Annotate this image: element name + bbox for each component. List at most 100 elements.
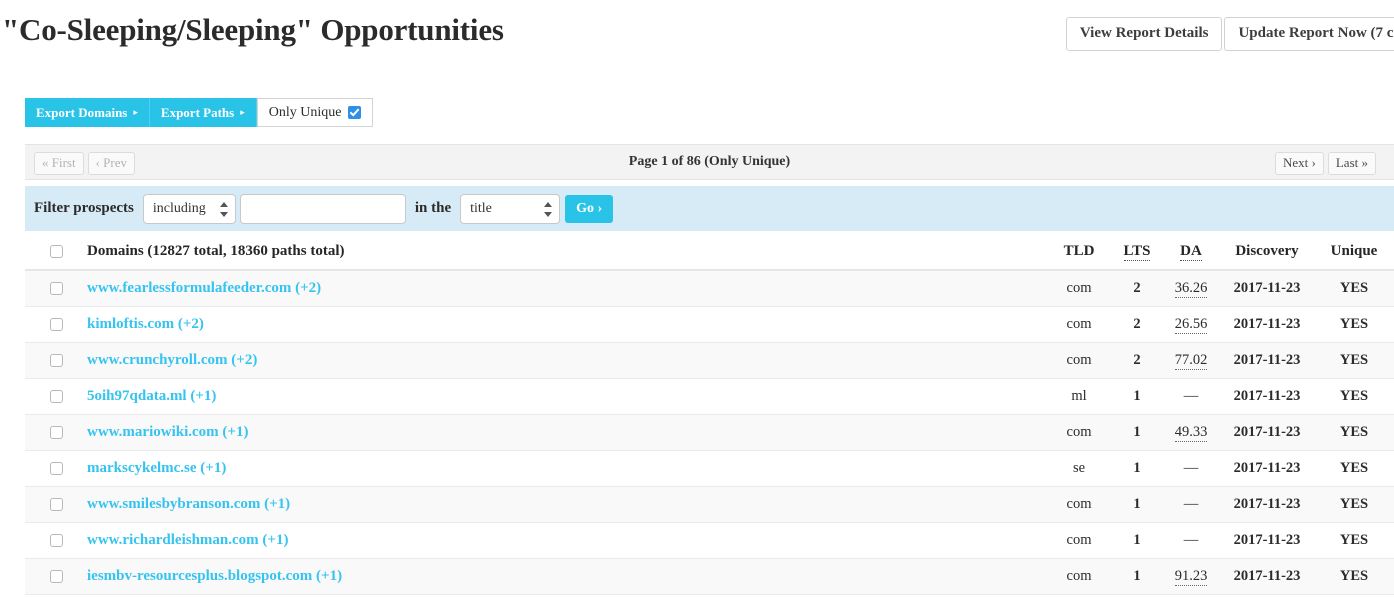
discovery-cell: 2017-11-23 <box>1220 270 1314 307</box>
discovery-cell-text: 2017-11-23 <box>1233 280 1301 297</box>
tld-cell: com <box>1046 342 1112 379</box>
tld-cell-text: com <box>1066 280 1092 297</box>
update-report-now-button[interactable]: Update Report Now (7 credit <box>1224 17 1394 51</box>
select-all-checkbox[interactable] <box>49 245 63 259</box>
da-link[interactable]: 49.33 <box>1174 424 1208 442</box>
updown-arrows-icon <box>219 201 228 218</box>
updown-arrows-icon <box>544 201 553 218</box>
discovery-cell: 2017-11-23 <box>1220 450 1314 487</box>
da-header[interactable]: DA <box>1162 234 1220 271</box>
lts-cell: 2 <box>1112 342 1162 379</box>
unique-cell-text: YES <box>1339 388 1369 404</box>
view-report-details-button[interactable]: View Report Details <box>1065 17 1223 51</box>
domain-link[interactable]: 5oih97qdata.ml (+1) <box>87 388 216 404</box>
only-unique-checkbox[interactable] <box>348 106 362 119</box>
table-body: www.fearlessformulafeeder.com (+2) com 2 36… <box>25 270 1394 595</box>
next-page-button[interactable]: Next › <box>1275 152 1324 176</box>
caret-right-icon: ▸ <box>133 107 138 117</box>
last-page-button[interactable]: Last » <box>1327 152 1376 176</box>
domain-link[interactable]: markscykelmc.se (+1) <box>87 460 226 476</box>
discovery-cell-text: 2017-11-23 <box>1233 496 1301 512</box>
filter-field-value: title <box>470 200 492 216</box>
row-checkbox[interactable] <box>49 282 63 296</box>
tld-cell: com <box>1046 306 1112 343</box>
row-checkbox[interactable] <box>49 353 63 367</box>
discovery-header: Discovery <box>1220 234 1314 271</box>
filter-bar: Filter prospects including in the title … <box>25 186 1394 231</box>
unique-cell-text: YES <box>1339 568 1369 584</box>
da-cell: 49.33 <box>1162 414 1220 451</box>
row-checkbox[interactable] <box>49 317 63 331</box>
filter-field-select[interactable]: title <box>460 193 561 224</box>
lts-cell-text: 2 <box>1133 352 1141 368</box>
lts-cell-text: 1 <box>1133 532 1141 548</box>
da-link[interactable]: 91.23 <box>1174 568 1208 586</box>
table-row: www.crunchyroll.com (+2) com 2 77.02 2017-11… <box>25 342 1394 379</box>
filter-in-the-label: in the <box>414 200 452 216</box>
tld-cell-text: com <box>1066 316 1092 332</box>
row-select-cell <box>25 342 87 379</box>
discovery-cell-text: 2017-11-23 <box>1233 388 1301 404</box>
only-unique-toggle[interactable]: Only Unique <box>256 98 374 127</box>
table-row: www.fearlessformulafeeder.com (+2) com 2 36… <box>25 270 1394 307</box>
export-paths-button[interactable]: Export Paths ▸ <box>149 98 257 127</box>
unique-cell: YES <box>1314 270 1394 307</box>
da-link[interactable]: 36.26 <box>1174 280 1208 299</box>
domain-link[interactable]: iesmbv-resourcesplus.blogspot.com (+1) <box>87 568 342 584</box>
lts-sort-link[interactable]: LTS <box>1123 243 1151 261</box>
discovery-cell: 2017-11-23 <box>1220 414 1314 451</box>
discovery-cell-text: 2017-11-23 <box>1233 532 1301 548</box>
domain-cell: www.crunchyroll.com (+2) <box>87 342 1046 379</box>
row-checkbox[interactable] <box>49 461 63 475</box>
da-empty-value: — <box>1183 532 1199 548</box>
row-checkbox[interactable] <box>49 425 63 439</box>
tld-cell-text: com <box>1066 532 1092 548</box>
export-domains-label: Export Domains <box>36 104 128 120</box>
row-checkbox[interactable] <box>49 533 63 547</box>
lts-cell: 1 <box>1112 522 1162 559</box>
lts-header[interactable]: LTS <box>1112 234 1162 271</box>
row-checkbox[interactable] <box>49 497 63 511</box>
da-link[interactable]: 77.02 <box>1174 352 1208 370</box>
unique-cell: YES <box>1314 414 1394 451</box>
results-table: Domains (12827 total, 18360 paths total)… <box>25 234 1394 595</box>
row-checkbox[interactable] <box>49 569 63 583</box>
filter-go-button[interactable]: Go › <box>565 194 614 223</box>
domain-link[interactable]: www.richardleishman.com (+1) <box>87 532 288 548</box>
da-cell: — <box>1162 378 1220 415</box>
filter-query-input[interactable] <box>239 193 406 224</box>
discovery-cell-text: 2017-11-23 <box>1233 424 1301 440</box>
filter-operator-select[interactable]: including <box>142 193 236 224</box>
table-row: www.smilesbybranson.com (+1) com 1 — 2017-11… <box>25 486 1394 523</box>
tld-cell-text: com <box>1066 424 1092 440</box>
domain-link[interactable]: www.smilesbybranson.com (+1) <box>87 496 290 512</box>
domain-cell: www.richardleishman.com (+1) <box>87 522 1046 559</box>
export-domains-button[interactable]: Export Domains ▸ <box>25 98 150 127</box>
domain-link[interactable]: kimloftis.com (+2) <box>87 316 204 332</box>
row-select-cell <box>25 270 87 307</box>
da-sort-link[interactable]: DA <box>1180 243 1202 261</box>
tld-cell-text: se <box>1072 460 1086 476</box>
page-header: "Co-Sleeping/Sleeping" Opportunities Vie… <box>0 0 1394 72</box>
report-page: "Co-Sleeping/Sleeping" Opportunities Vie… <box>0 0 1394 597</box>
da-link[interactable]: 26.56 <box>1174 316 1208 334</box>
discovery-cell: 2017-11-23 <box>1220 378 1314 415</box>
domain-link[interactable]: www.fearlessformulafeeder.com (+2) <box>87 280 321 296</box>
pagination-bar: « First ‹ Prev Page 1 of 86 (Only Unique… <box>25 144 1394 180</box>
da-cell: 77.02 <box>1162 342 1220 379</box>
domain-cell: 5oih97qdata.ml (+1) <box>87 378 1046 415</box>
domain-link[interactable]: www.crunchyroll.com (+2) <box>87 352 257 368</box>
domain-link[interactable]: www.mariowiki.com (+1) <box>87 424 248 440</box>
unique-cell-text: YES <box>1339 352 1369 368</box>
unique-cell-text: YES <box>1339 424 1369 440</box>
da-cell: 26.56 <box>1162 306 1220 343</box>
domain-cell: www.smilesbybranson.com (+1) <box>87 486 1046 523</box>
tld-cell-text: com <box>1066 352 1092 368</box>
da-empty-value: — <box>1183 496 1199 512</box>
lts-cell-text: 1 <box>1133 460 1141 476</box>
pagination-status: Page 1 of 86 (Only Unique) <box>628 154 791 169</box>
row-checkbox[interactable] <box>49 389 63 403</box>
unique-cell: YES <box>1314 342 1394 379</box>
lts-cell-text: 1 <box>1133 496 1141 512</box>
row-select-cell <box>25 306 87 343</box>
